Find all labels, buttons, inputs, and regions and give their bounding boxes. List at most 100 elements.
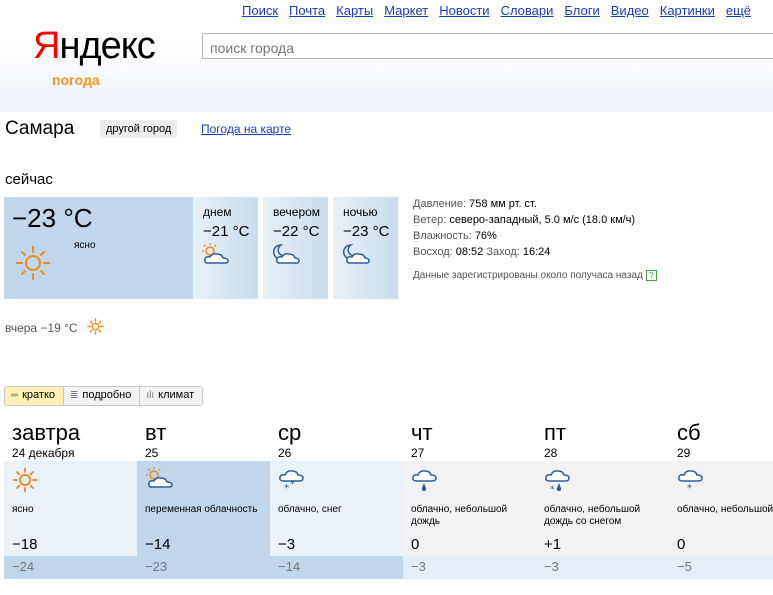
- yesterday-weather: вчера −19 °C: [5, 315, 104, 335]
- forecast-day[interactable]: чт 27 облачно, небольшой дождь 0 −3: [403, 418, 536, 579]
- day-high-temp: −14: [145, 536, 171, 553]
- wind-value: северо-западный, 5.0 м/с (18.0 км/ч): [449, 214, 636, 226]
- nav-link-images[interactable]: Картинки: [660, 3, 715, 18]
- day-part-evening: вечером −22 °C: [263, 197, 328, 299]
- day-name: вт: [145, 420, 167, 445]
- forecast-day[interactable]: пт 28 * облачно, небольшой дождь со снег…: [536, 418, 669, 579]
- day-condition: облачно, снег: [278, 504, 342, 515]
- other-city-button[interactable]: другой город: [100, 120, 178, 138]
- day-name: пт: [544, 420, 566, 445]
- day-condition: ясно: [12, 504, 34, 515]
- day-condition: переменная облачность: [145, 504, 258, 515]
- forecast-day[interactable]: завтра 24 декабря ясно −18 −24: [4, 418, 137, 579]
- sunrise-value: 08:52: [455, 246, 484, 258]
- part-label: вечером: [273, 205, 321, 219]
- weather-details: Давление: 758 мм рт. ст. Ветер: северо-з…: [413, 196, 657, 284]
- bar-chart-icon: ılı: [146, 390, 155, 401]
- part-label: днем: [203, 205, 232, 219]
- cloud-rain-snow-icon: *: [545, 470, 570, 495]
- city-search-input[interactable]: [202, 33, 773, 59]
- nav-link-maps[interactable]: Карты: [336, 3, 373, 18]
- day-date: 24 декабря: [12, 446, 75, 460]
- nav-link-mail[interactable]: Почта: [289, 3, 325, 18]
- day-high-temp: −18: [12, 536, 38, 553]
- night-low-band: −23: [137, 556, 270, 579]
- day-name: чт: [411, 420, 433, 445]
- tab-brief[interactable]: ═ кратко: [5, 387, 64, 405]
- yandex-logo[interactable]: Яндекс: [33, 25, 156, 67]
- nav-link-blogs[interactable]: Блоги: [564, 3, 599, 18]
- day-name: ср: [278, 420, 302, 445]
- day-condition: облачно, небольшой дождь: [411, 504, 508, 527]
- night-low-temp: −23: [145, 559, 168, 574]
- sun-icon: [16, 246, 50, 280]
- city-name: Самара: [5, 118, 75, 139]
- day-date: 29: [677, 446, 691, 460]
- forecast-table: завтра 24 декабря ясно −18 −24 вт 25 пер…: [4, 418, 773, 579]
- tab-label: кратко: [22, 389, 55, 401]
- tab-climate[interactable]: ılı климат: [140, 387, 203, 405]
- cloud-snow-icon: *: [678, 470, 703, 494]
- sunset-label: Заход:: [486, 246, 523, 258]
- humidity-label: Влажность:: [413, 230, 475, 242]
- wind-row: Ветер: северо-западный, 5.0 м/с (18.0 км…: [413, 212, 657, 228]
- top-nav: Поиск Почта Карты Маркет Новости Словари Блоги…: [231, 3, 751, 18]
- sun-icon: [87, 318, 104, 335]
- help-icon[interactable]: ?: [645, 270, 657, 281]
- day-name: сб: [677, 420, 701, 445]
- logo-rest: ндекс: [59, 25, 155, 67]
- note-text: Данные зарегистрированы около получаса н…: [413, 270, 643, 281]
- wind-label: Ветер:: [413, 214, 450, 226]
- forecast-day[interactable]: вт 25 переменная облачность −14 −23: [137, 418, 270, 579]
- nav-link-video[interactable]: Видео: [611, 3, 649, 18]
- day-condition: облачно, небольшой дождь со снегом: [544, 504, 641, 527]
- day-name: завтра: [12, 420, 81, 445]
- night-low-temp: −3: [544, 559, 559, 574]
- yesterday-text: вчера −19 °C: [5, 321, 78, 335]
- day-high-temp: +1: [544, 536, 562, 553]
- day-high-temp: −3: [278, 536, 296, 553]
- service-name[interactable]: погода: [52, 72, 100, 88]
- current-temperature: −23 °C: [12, 203, 93, 233]
- part-label: ночью: [343, 205, 378, 219]
- forecast-day[interactable]: сб 29 * облачно, небольшой снег 0 −5: [669, 418, 773, 579]
- nav-link-search[interactable]: Поиск: [242, 3, 278, 18]
- logo-first-letter: Я: [33, 25, 60, 67]
- current-condition: ясно: [74, 240, 96, 251]
- sunset-value: 16:24: [522, 246, 551, 258]
- sun-row: Восход: 08:52 Заход: 16:24: [413, 244, 657, 260]
- tab-detailed[interactable]: ≣ подробно: [64, 387, 141, 405]
- moon-cloud-icon: [342, 244, 370, 264]
- night-low-temp: −24: [12, 559, 35, 574]
- day-high-temp: 0: [411, 536, 420, 553]
- svg-text:*: *: [550, 485, 555, 495]
- data-timestamp-note: Данные зарегистрированы около получаса н…: [413, 268, 657, 284]
- tab-label: подробно: [82, 389, 132, 401]
- nav-link-more[interactable]: ещё: [726, 3, 751, 18]
- day-date: 28: [544, 446, 558, 460]
- now-heading: сейчас: [5, 171, 53, 188]
- day-date: 26: [278, 446, 292, 460]
- cloud-rain-icon: [412, 470, 437, 492]
- weather-map-link[interactable]: Погода на карте: [201, 122, 291, 136]
- forecast-view-tabs: ═ кратко ≣ подробно ılı климат: [4, 386, 204, 406]
- svg-text:*: *: [290, 479, 295, 490]
- day-date: 27: [411, 446, 425, 460]
- sun-cloud-icon: [146, 467, 173, 488]
- nav-link-dictionaries[interactable]: Словари: [501, 3, 554, 18]
- day-date: 25: [145, 446, 159, 460]
- forecast-day[interactable]: ср 26 * * облачно, снег −3 −14: [270, 418, 403, 579]
- nav-link-market[interactable]: Маркет: [384, 3, 428, 18]
- humidity-row: Влажность: 76%: [413, 228, 657, 244]
- nav-link-news[interactable]: Новости: [439, 3, 489, 18]
- humidity-value: 76%: [474, 230, 497, 242]
- sunrise-label: Восход:: [413, 246, 456, 258]
- pressure-row: Давление: 758 мм рт. ст.: [413, 196, 657, 212]
- pressure-label: Давление:: [413, 198, 470, 210]
- svg-text:*: *: [284, 483, 289, 494]
- night-low-band: −3: [403, 556, 536, 579]
- night-low-band: −24: [4, 556, 137, 579]
- sun-icon: [12, 467, 38, 493]
- part-temperature: −21 °C: [203, 223, 250, 240]
- day-part-afternoon: днем −21 °C: [193, 197, 258, 299]
